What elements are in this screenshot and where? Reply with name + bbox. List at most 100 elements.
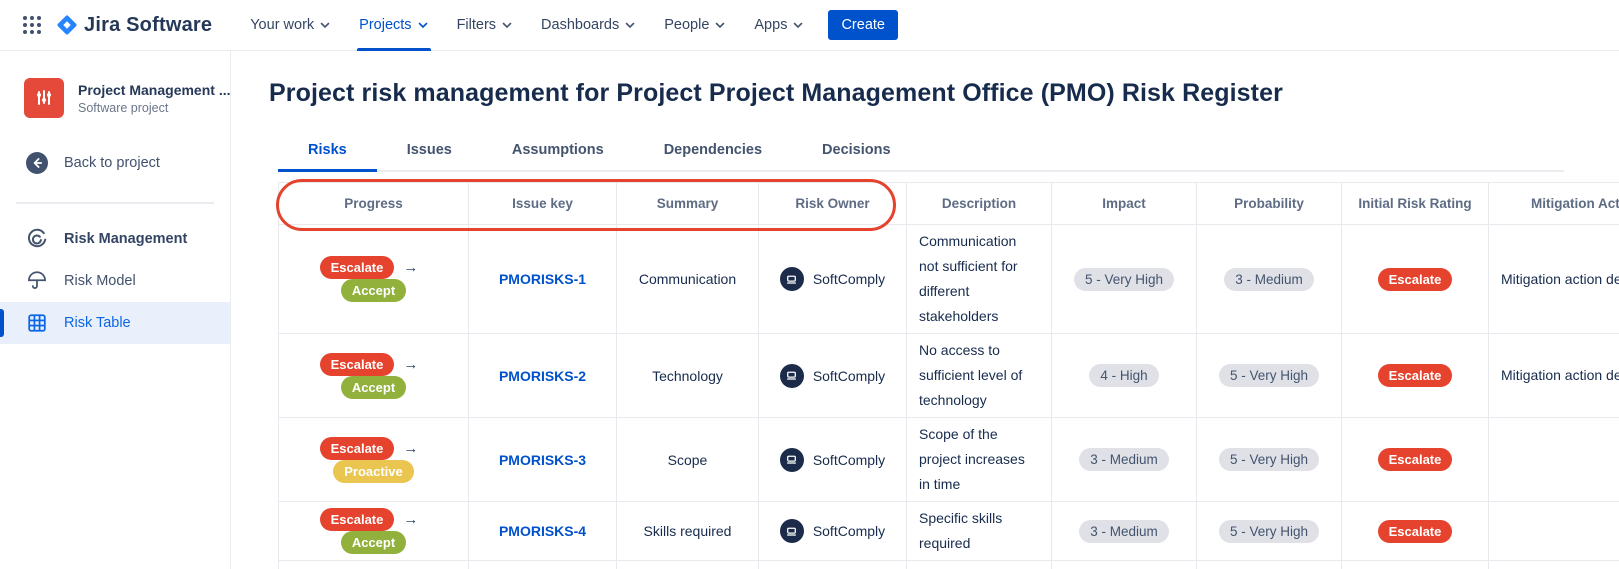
arrow-right-icon: → xyxy=(403,511,419,528)
table-row: Escalate→TBD PMORISKS-5 Performance Soft… xyxy=(278,560,1619,569)
tab-risks[interactable]: Risks xyxy=(278,132,377,172)
table-row: Escalate → Accept PMORISKS-2 Technology So… xyxy=(278,333,1619,418)
risk-rating-badge[interactable]: Escalate xyxy=(1377,448,1453,471)
col-summary: Summary xyxy=(616,182,759,225)
issue-key-link[interactable]: PMORISKS-2 xyxy=(499,368,586,384)
description-cell: Communication not sufficient for differe… xyxy=(906,224,1052,334)
project-sidebar: Project Management ... Software project … xyxy=(0,51,231,569)
col-impact: Impact xyxy=(1051,182,1197,225)
chevron-down-icon xyxy=(792,19,804,31)
sidebar-item-risk-management[interactable]: Risk Management xyxy=(0,218,230,260)
probability-badge[interactable]: 5 - Very High xyxy=(1218,448,1320,471)
description-cell: Specific skills required xyxy=(906,501,1052,561)
tab-decisions[interactable]: Decisions xyxy=(792,132,921,170)
back-to-project-button[interactable]: Back to project xyxy=(0,142,230,184)
issue-key-link[interactable]: PMORISKS-3 xyxy=(499,452,586,468)
risk-owner-cell: SoftComply xyxy=(758,224,907,334)
progress-cell: Escalate→TBD xyxy=(278,560,469,569)
nav-people[interactable]: People xyxy=(652,0,738,51)
risk-owner-cell: SoftComply xyxy=(758,501,907,561)
nav-your-work[interactable]: Your work xyxy=(238,0,343,51)
probability-cell: 5 - Very High xyxy=(1196,333,1342,418)
nav-apps[interactable]: Apps xyxy=(742,0,816,51)
app-switcher-icon[interactable] xyxy=(16,9,48,41)
issue-key-link[interactable]: PMORISKS-1 xyxy=(499,271,586,287)
progress-to-badge[interactable]: Proactive xyxy=(333,459,414,483)
nav-projects[interactable]: Projects xyxy=(347,0,440,51)
progress-to-badge[interactable]: Accept xyxy=(340,531,407,554)
progress-to-badge[interactable]: Accept xyxy=(340,375,407,399)
probability-cell: 5 - Very High xyxy=(1196,501,1342,561)
probability-badge[interactable]: 3 - Medium xyxy=(1224,267,1314,291)
issue-key-cell: PMORISKS-5 xyxy=(468,560,617,569)
mitigation-cell: Mitigation action description xyxy=(1488,333,1619,418)
mitigation-cell xyxy=(1488,501,1619,561)
impact-badge[interactable]: 3 - Medium xyxy=(1079,519,1169,543)
app-title: Jira Software xyxy=(84,13,213,36)
initial-risk-rating-cell: Escalate xyxy=(1341,333,1489,418)
impact-badge[interactable]: 4 - High xyxy=(1089,364,1159,387)
risk-table: Progress Issue key Summary Risk Owner De… xyxy=(278,182,1619,569)
softcomply-avatar xyxy=(779,267,804,291)
col-mitigation-actions: Mitigation Actions xyxy=(1488,182,1619,225)
risk-rating-badge[interactable]: Escalate xyxy=(1377,364,1453,387)
jira-logo[interactable]: Jira Software xyxy=(52,10,212,40)
chevron-down-icon xyxy=(319,19,331,31)
impact-badge[interactable]: 5 - Very High xyxy=(1073,267,1175,291)
tab-assumptions[interactable]: Assumptions xyxy=(482,132,634,170)
col-risk-owner: Risk Owner xyxy=(758,182,907,225)
col-initial-risk-rating: Initial Risk Rating xyxy=(1341,182,1489,225)
project-header[interactable]: Project Management ... Software project xyxy=(0,78,230,118)
probability-cell: 5 - Very High xyxy=(1196,417,1342,502)
project-avatar-icon xyxy=(24,78,64,118)
col-progress: Progress xyxy=(278,182,469,225)
impact-cell: 3 - Medium xyxy=(1051,417,1197,502)
main-content: Project risk management for Project Proj… xyxy=(231,51,1619,569)
progress-cell: Escalate → Proactive xyxy=(278,417,469,502)
arrow-right-icon: → xyxy=(403,439,419,457)
mitigation-cell xyxy=(1488,560,1619,569)
mitigation-cell: Mitigation action description xyxy=(1488,224,1619,334)
impact-badge[interactable]: 3 - Medium xyxy=(1079,448,1169,471)
summary-cell: Scope xyxy=(616,417,759,502)
arrow-right-icon: → xyxy=(403,259,419,276)
nav-dashboards[interactable]: Dashboards xyxy=(529,0,648,51)
nav-filters[interactable]: Filters xyxy=(445,0,525,51)
page-title: Project risk management for Project Proj… xyxy=(269,79,1283,107)
risk-management-icon xyxy=(25,227,49,251)
create-button[interactable]: Create xyxy=(828,10,898,40)
probability-badge[interactable]: 5 - Very High xyxy=(1218,519,1320,543)
table-grid-icon xyxy=(25,312,49,334)
description-cell: No access to sufficient level of technol… xyxy=(906,333,1052,418)
probability-cell: 5 - Very High xyxy=(1196,560,1342,569)
progress-to-badge[interactable]: Accept xyxy=(340,279,407,302)
mitigation-cell xyxy=(1488,417,1619,502)
progress-from-badge[interactable]: Escalate xyxy=(319,508,395,531)
progress-from-badge[interactable]: Escalate xyxy=(319,436,395,460)
risk-rating-badge[interactable]: Escalate xyxy=(1377,267,1453,291)
sidebar-item-risk-model[interactable]: Risk Model xyxy=(0,260,230,302)
progress-from-badge[interactable]: Escalate xyxy=(319,256,395,279)
initial-risk-rating-cell: Escalate xyxy=(1341,560,1489,569)
table-row: Escalate → Accept PMORISKS-1 Communication… xyxy=(278,224,1619,334)
progress-cell: Escalate → Accept xyxy=(278,333,469,418)
progress-from-badge[interactable]: Escalate xyxy=(319,352,395,376)
tab-issues[interactable]: Issues xyxy=(377,132,482,170)
sidebar-item-risk-table[interactable]: Risk Table xyxy=(0,302,230,344)
issue-key-link[interactable]: PMORISKS-4 xyxy=(499,523,586,539)
sidebar-divider xyxy=(16,202,214,204)
probability-badge[interactable]: 5 - Very High xyxy=(1218,364,1320,387)
issue-key-cell: PMORISKS-2 xyxy=(468,333,617,418)
impact-cell: 3 - Medium xyxy=(1051,560,1197,569)
col-issue-key: Issue key xyxy=(468,182,617,225)
initial-risk-rating-cell: Escalate xyxy=(1341,501,1489,561)
risk-rating-badge[interactable]: Escalate xyxy=(1377,519,1453,543)
impact-cell: 5 - Very High xyxy=(1051,224,1197,334)
risk-owner-cell: SoftComply xyxy=(758,333,907,418)
project-name: Project Management ... xyxy=(78,81,231,98)
tab-dependencies[interactable]: Dependencies xyxy=(634,132,792,170)
chevron-down-icon xyxy=(714,19,726,31)
back-arrow-icon xyxy=(25,151,49,175)
jira-diamond-icon xyxy=(52,10,82,40)
initial-risk-rating-cell: Escalate xyxy=(1341,224,1489,334)
